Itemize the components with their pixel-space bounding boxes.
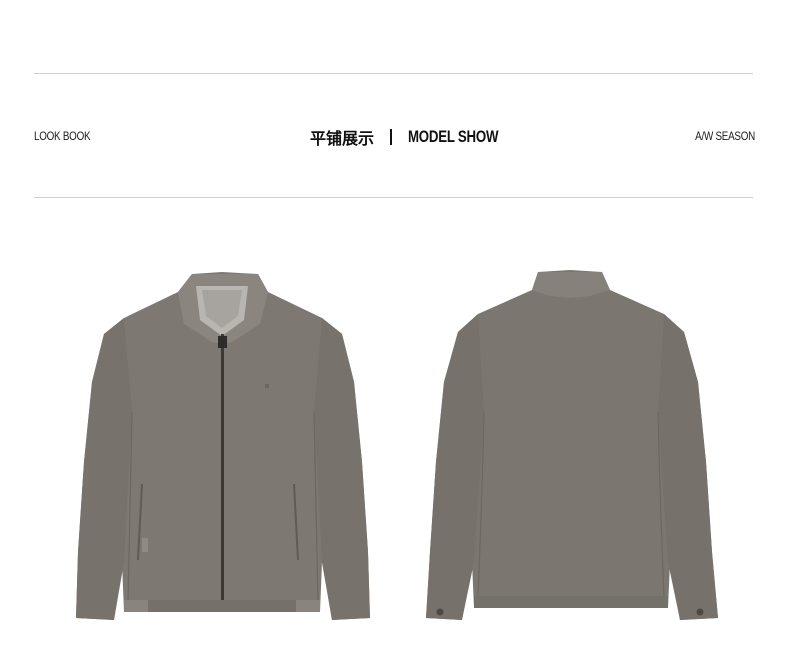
look-book-label: LOOK BOOK	[34, 129, 91, 143]
title-english: MODEL SHOW	[408, 127, 499, 146]
season-label: A/W SEASON	[695, 129, 755, 143]
title-chinese: 平铺展示	[310, 129, 375, 148]
section-title: 平铺展示 MODEL SHOW	[310, 125, 524, 149]
jacket-back-image	[420, 262, 722, 628]
top-divider-line	[34, 73, 753, 74]
jacket-front-image	[72, 262, 372, 628]
section-header: LOOK BOOK 平铺展示 MODEL SHOW A/W SEASON	[34, 124, 755, 150]
title-separator	[390, 129, 393, 145]
bottom-divider-line	[34, 197, 753, 198]
